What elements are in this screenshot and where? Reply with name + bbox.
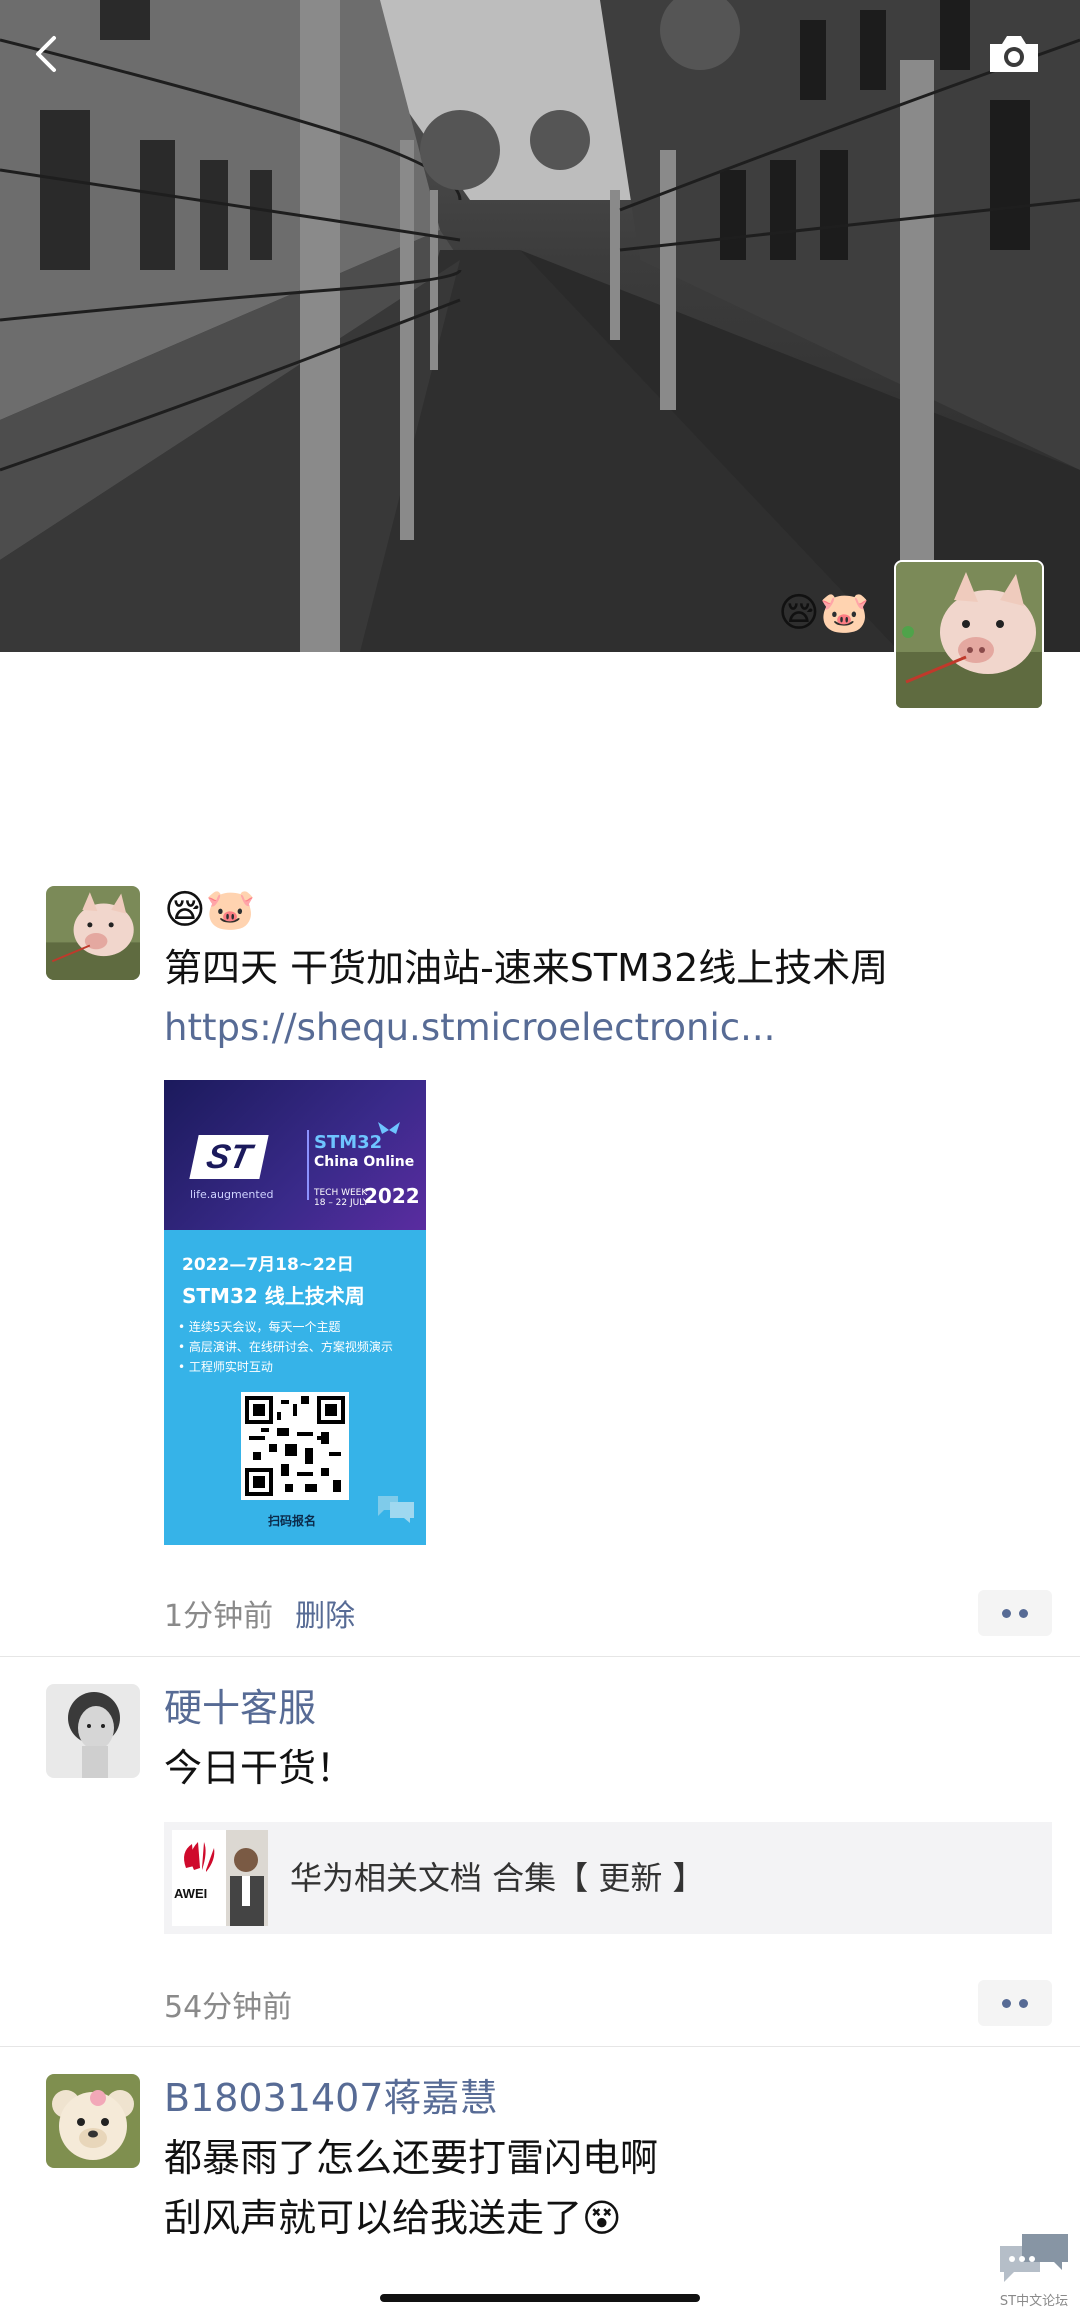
chat-bubbles-icon [1000,2234,1068,2282]
post-content: 硬十客服 今日干货！ [164,1682,1052,1798]
poster-header: ST life.augmented STM32 China Online TEC… [164,1080,426,1230]
post-divider [0,1656,1080,1657]
forum-watermark: ST中文论坛 [996,2228,1072,2309]
post-time: 1分钟前 [164,1599,274,1634]
chat-bubbles-icon [378,1496,414,1523]
qr-code [241,1392,349,1500]
st-logo: ST [189,1135,269,1179]
post-link[interactable]: https://shequ.stmicroelectronic... [164,998,1052,1058]
owner-signature-emoji: 😪🐷 [778,590,870,636]
post-author-avatar[interactable] [46,886,140,980]
more-dot-icon [1019,1999,1028,2008]
back-button[interactable] [22,28,74,80]
poster-bullet: • 工程师实时互动 [178,1360,273,1374]
huawei-thumb-image [172,1830,268,1926]
pig-avatar-image [46,886,140,980]
post-text: 今日干货！ [164,1746,355,1790]
camera-icon [990,36,1038,72]
post-time: 54分钟前 [164,1990,293,2025]
more-dot-icon [1002,1999,1011,2008]
poster-dates: 18 – 22 JULY [314,1198,369,1208]
st-tagline: life.augmented [190,1188,274,1201]
post-image-poster[interactable]: ST life.augmented STM32 China Online TEC… [164,1080,426,1545]
post-emoji-line: 😪🐷 [164,887,256,933]
poster-date-line: 2022—7月18~22日 [182,1255,354,1275]
chevron-left-icon [36,36,56,72]
post-divider [0,2046,1080,2047]
poster-stm32: STM32 [314,1132,383,1153]
post-author-avatar[interactable] [46,2074,140,2168]
poster-bullet: • 高层演讲、在线研讨会、方案视频演示 [178,1340,393,1354]
watermark-text: ST中文论坛 [999,2294,1069,2309]
poster-china-online: China Online [314,1154,415,1170]
portrait-avatar-image [46,1684,140,1778]
link-card-title: 华为相关文档 合集【 更新 】 [290,1859,705,1897]
huawei-thumb-text: AWEI [174,1886,208,1901]
poster-body: 2022—7月18~22日 STM32 线上技术周 • 连续5天会议，每天一个主… [164,1230,426,1545]
cover-photo[interactable]: 😪🐷 [0,0,1080,652]
more-actions-button[interactable] [978,1590,1052,1636]
poster-bullet: • 连续5天会议，每天一个主题 [178,1320,341,1334]
cover-photo-scene [0,0,1080,652]
poster-year: 2022 [364,1184,420,1208]
more-dot-icon [1002,1609,1011,1618]
shared-link-card[interactable]: AWEI 华为相关文档 合集【 更新 】 [164,1822,1052,1934]
qr-label: 扫码报名 [268,1514,317,1528]
owner-avatar[interactable] [894,560,1044,710]
teddy-bear-avatar-image [46,2074,140,2168]
home-indicator[interactable] [380,2294,700,2302]
poster-tech-week: TECH WEEK [314,1188,368,1198]
delete-button[interactable]: 删除 [295,1599,355,1634]
pig-avatar-image [896,562,1042,708]
post-nickname[interactable]: B18031407蒋嘉慧 [164,2072,1052,2124]
post-content: 😪🐷 第四天 干货加油站-速来STM32线上技术周 https://shequ.… [164,880,1052,1058]
post-text: 第四天 干货加油站-速来STM32线上技术周 [164,946,889,990]
post-author-avatar[interactable] [46,1684,140,1778]
post-meta: 1分钟前 删除 [164,1591,355,1635]
more-actions-button[interactable] [978,1980,1052,2026]
post-link-url: https://shequ.stmicroelectronic [164,1006,741,1049]
qr-code-image [245,1396,345,1496]
post-nickname[interactable]: 硬十客服 [164,1682,1052,1734]
link-card-thumbnail: AWEI [172,1830,268,1926]
more-dot-icon [1019,1609,1028,1618]
post-content: B18031407蒋嘉慧 都暴雨了怎么还要打雷闪电啊 刮风声就可以给我送走了😵 [164,2072,1052,2246]
camera-button[interactable] [986,30,1042,78]
poster-title: STM32 线上技术周 [182,1284,365,1308]
post-text-line: 都暴雨了怎么还要打雷闪电啊 [164,2136,659,2180]
post-text-line: 刮风声就可以给我送走了😵 [164,2196,622,2240]
butterfly-icon [378,1122,400,1134]
post-meta: 54分钟前 [164,1982,292,2026]
post-link-ellipsis: ... [740,1006,776,1049]
poster-divider [307,1130,309,1200]
